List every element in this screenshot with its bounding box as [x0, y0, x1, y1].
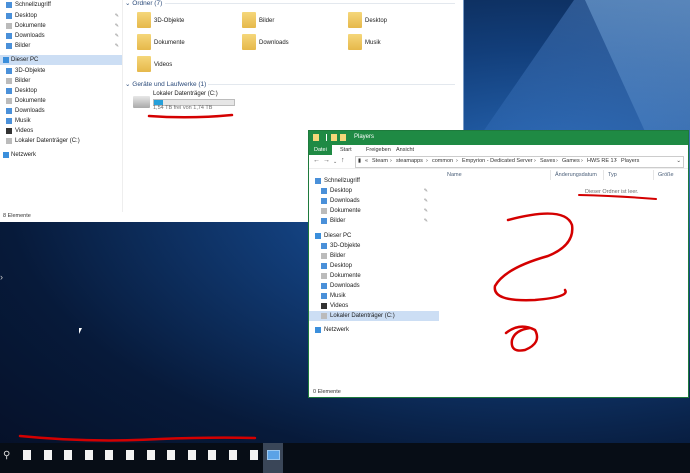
taskbar-app-icon[interactable]: [126, 450, 134, 460]
search-icon[interactable]: ⚲: [3, 450, 10, 461]
taskbar: ⚲: [0, 443, 690, 473]
taskbar-app-icon[interactable]: [43, 450, 52, 460]
taskbar-app-icon[interactable]: [229, 450, 237, 460]
annotation-underline-empty: [578, 194, 657, 200]
taskbar-app-icon[interactable]: [84, 450, 93, 460]
annotation-question-mark-dot: [504, 325, 539, 352]
taskbar-app-icon[interactable]: [146, 450, 155, 460]
taskbar-app-icon[interactable]: [23, 450, 31, 460]
taskbar-explorer-active[interactable]: [263, 443, 283, 473]
taskbar-app-icon[interactable]: [249, 450, 258, 460]
annotation-underline-taskbar: [18, 434, 257, 442]
taskbar-app-icon[interactable]: [208, 450, 217, 460]
taskbar-app-icon[interactable]: [167, 450, 176, 460]
annotation-underline-drive: [147, 113, 234, 119]
taskbar-app-icon[interactable]: [105, 450, 114, 460]
taskbar-app-icon[interactable]: [64, 450, 73, 460]
computer-icon: [267, 450, 280, 460]
annotation-question-mark-curve: [493, 212, 574, 302]
taskbar-app-icon[interactable]: [187, 450, 196, 460]
red-annotations: [18, 113, 657, 442]
